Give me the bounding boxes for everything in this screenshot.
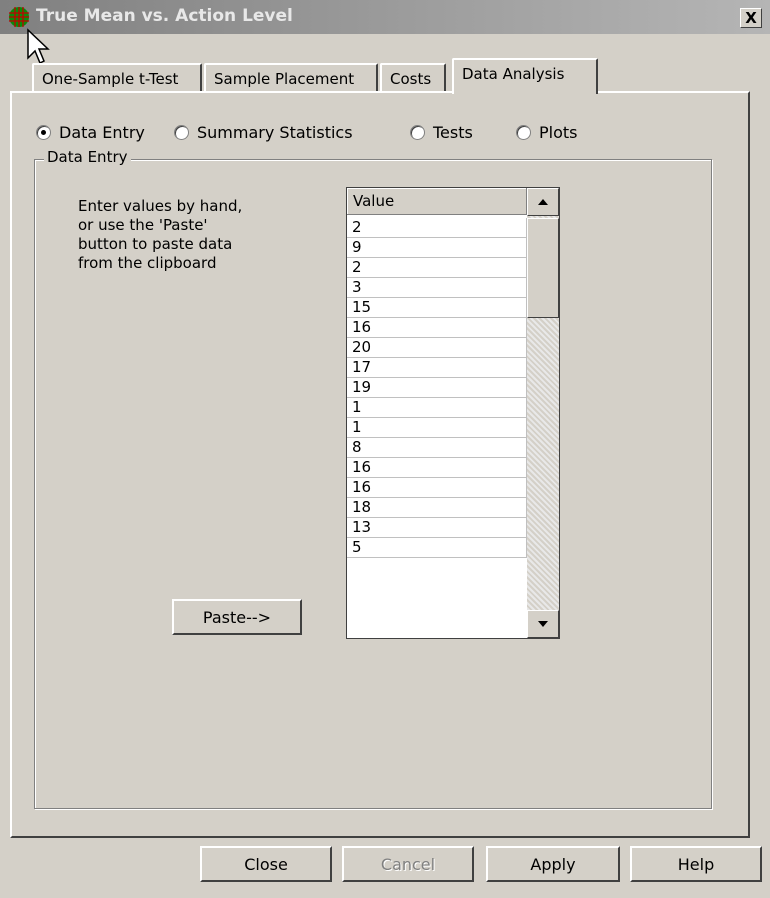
radio-data-entry[interactable]: Data Entry [36,121,145,143]
tab-label: Data Analysis [462,65,565,83]
grid-rows: 2 9 2 3 15 16 20 17 19 1 1 8 16 16 18 13 5 [347,218,527,638]
grid-cell-value[interactable]: 8 [347,438,527,458]
arrow-up-icon [538,199,548,205]
close-button-label: Close [244,854,288,874]
grid-cell-value[interactable]: 13 [347,518,527,538]
column-header-value[interactable]: Value [347,188,527,215]
instructions-text: Enter values by hand, or use the 'Paste'… [78,197,298,273]
radio-label: Tests [433,122,473,142]
cancel-button-label: Cancel [380,854,436,874]
tab-label: Costs [390,70,432,88]
help-button[interactable]: Help [630,846,762,882]
scroll-thumb[interactable] [527,218,559,318]
help-button-label: Help [677,854,715,874]
grid-cell-value[interactable]: 16 [347,478,527,498]
grid-cell-value[interactable]: 17 [347,358,527,378]
radio-summary-statistics[interactable]: Summary Statistics [174,121,353,143]
close-window-button[interactable]: X [740,8,762,28]
cancel-button[interactable]: Cancel [342,846,474,882]
radio-label: Summary Statistics [197,122,353,142]
window-title: True Mean vs. Action Level [36,6,293,26]
grid-cell-value[interactable]: 2 [347,258,527,278]
grid-cell-value[interactable]: 1 [347,418,527,438]
instruction-line: button to paste data [78,235,233,253]
grid-cell-value[interactable]: 1 [347,398,527,418]
grid-cell-value[interactable]: 19 [347,378,527,398]
instruction-line: or use the 'Paste' [78,216,208,234]
tab-label: Sample Placement [214,70,355,88]
grid-cell-value[interactable]: 20 [347,338,527,358]
tab-sample-placement[interactable]: Sample Placement [204,63,378,91]
grid-cell-value[interactable]: 9 [347,238,527,258]
radio-button[interactable] [516,124,531,140]
mouse-pointer-icon [27,28,50,65]
radio-button[interactable] [36,124,51,140]
radio-label: Data Entry [59,122,145,142]
apply-button-label: Apply [530,854,576,874]
close-button[interactable]: Close [200,846,332,882]
group-title: Data Entry [44,148,131,166]
radio-label: Plots [539,122,578,142]
grid-cell-value[interactable]: 3 [347,278,527,298]
instruction-line: from the clipboard [78,254,217,272]
instruction-line: Enter values by hand, [78,197,243,215]
grid-cell-value[interactable]: 5 [347,538,527,558]
grid-cell-value[interactable]: 18 [347,498,527,518]
scroll-down-button[interactable] [527,610,559,638]
title-bar: True Mean vs. Action Level X [0,0,770,34]
tab-data-analysis[interactable]: Data Analysis [452,58,598,94]
radio-tests[interactable]: Tests [410,121,473,143]
radio-plots[interactable]: Plots [516,121,578,143]
grid-cell-value[interactable]: 15 [347,298,527,318]
arrow-down-icon [538,621,548,627]
paste-button-label: Paste--> [202,607,272,627]
grid-cell-value[interactable]: 2 [347,218,527,238]
grid-globe-icon [9,7,29,27]
vertical-scrollbar[interactable] [527,188,559,638]
value-grid[interactable]: Value 2 9 2 3 15 16 20 17 19 1 1 8 16 16 18 13 5 [346,187,560,639]
radio-button[interactable] [174,124,189,140]
tab-costs[interactable]: Costs [380,63,446,91]
tab-one-sample-t-test[interactable]: One-Sample t-Test [32,63,202,91]
apply-button[interactable]: Apply [486,846,620,882]
radio-button[interactable] [410,124,425,140]
scroll-up-button[interactable] [527,188,559,216]
tab-label: One-Sample t-Test [42,70,179,88]
paste-button[interactable]: Paste--> [172,599,302,635]
grid-cell-value[interactable]: 16 [347,458,527,478]
close-icon: X [745,8,757,27]
grid-cell-value[interactable]: 16 [347,318,527,338]
